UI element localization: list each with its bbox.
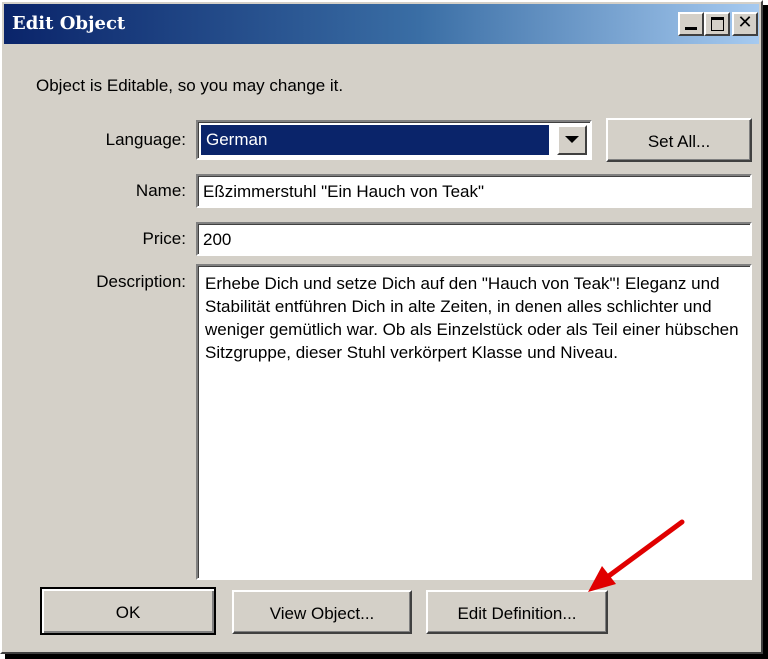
description-value: Erhebe Dich und setze Dich auf den "Hauc… (205, 274, 739, 362)
view-object-button[interactable]: View Object... (232, 590, 412, 634)
ok-button[interactable]: OK (40, 587, 216, 635)
name-value: Eßzimmerstuhl "Ein Hauch von Teak" (203, 182, 485, 201)
close-icon: ✕ (737, 12, 753, 33)
language-selected-value[interactable]: German (201, 125, 549, 155)
set-all-label: Set All... (647, 132, 711, 151)
chevron-down-icon (565, 136, 579, 143)
maximize-icon (711, 17, 724, 31)
edit-object-dialog: Edit Object ✕ Object is Editable, so you… (0, 0, 763, 654)
close-button[interactable]: ✕ (732, 12, 758, 36)
window-shadow-bottom (5, 654, 768, 659)
editable-status-text: Object is Editable, so you may change it… (36, 76, 344, 95)
language-dropdown[interactable]: German (196, 120, 592, 160)
edit-definition-label: Edit Definition... (457, 604, 577, 623)
window-shadow-right (763, 5, 768, 659)
name-label: Name: (135, 181, 186, 200)
language-label: Language: (105, 130, 186, 149)
price-label: Price: (142, 229, 186, 248)
view-object-label: View Object... (269, 604, 375, 623)
language-dropdown-button[interactable] (557, 125, 587, 155)
minimize-button[interactable] (678, 12, 704, 36)
price-field[interactable]: 200 (196, 222, 752, 256)
ok-label: OK (115, 603, 141, 622)
window-title: Edit Object (12, 13, 126, 34)
price-value: 200 (203, 230, 232, 249)
set-all-button[interactable]: Set All... (606, 118, 752, 162)
title-bar[interactable]: Edit Object ✕ (4, 4, 759, 44)
edit-definition-button[interactable]: Edit Definition... (426, 590, 608, 634)
maximize-button[interactable] (704, 12, 730, 36)
name-field[interactable]: Eßzimmerstuhl "Ein Hauch von Teak" (196, 174, 752, 208)
description-textarea[interactable]: Erhebe Dich und setze Dich auf den "Hauc… (196, 264, 752, 580)
description-label: Description: (96, 272, 186, 291)
minimize-icon (685, 27, 697, 30)
